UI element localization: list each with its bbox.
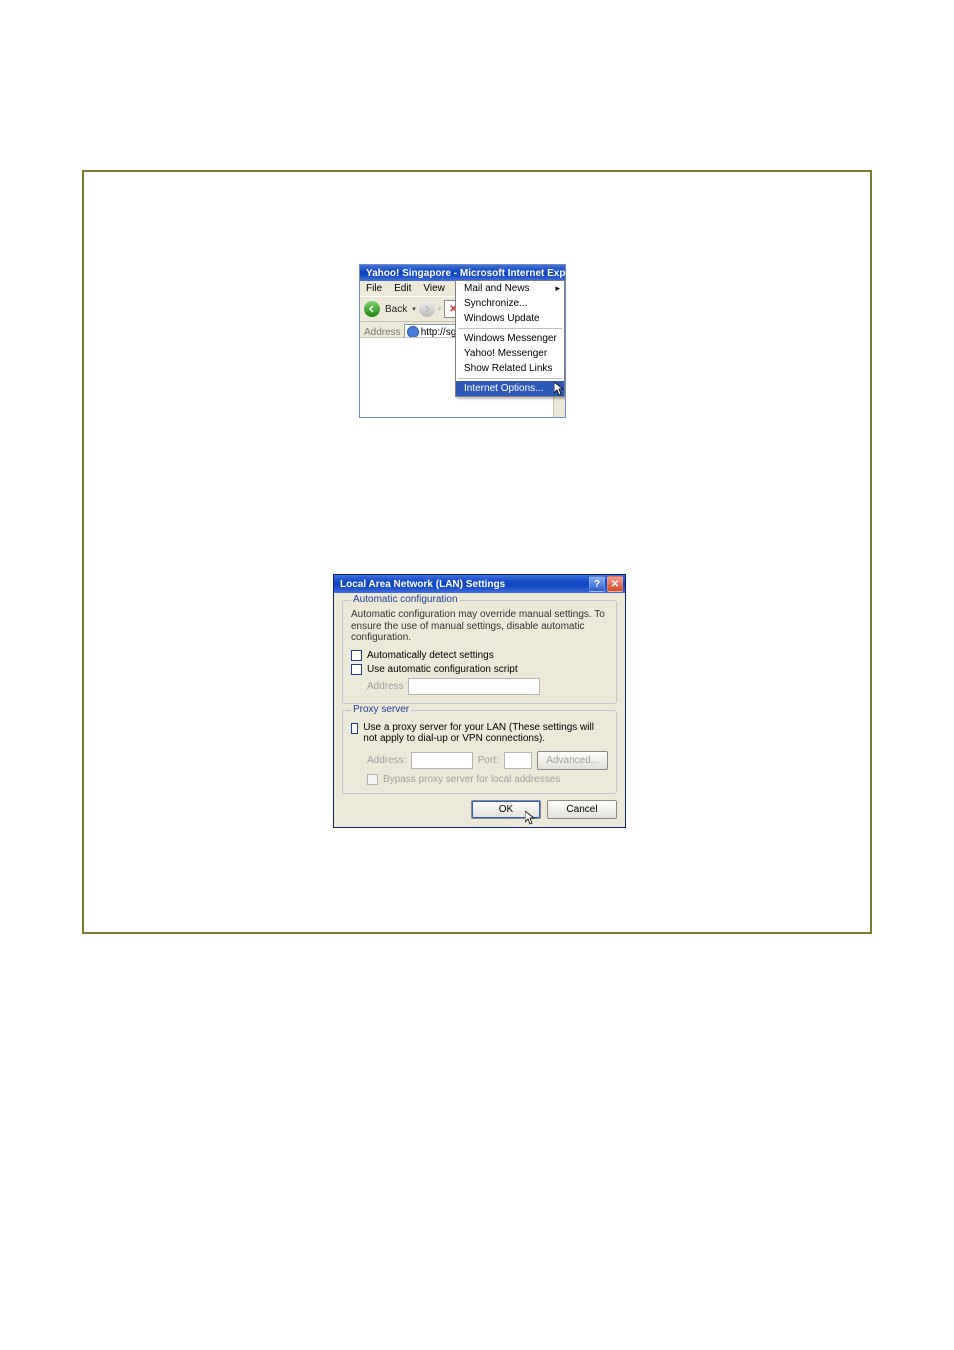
use-proxy-label: Use a proxy server for your LAN (These s…	[363, 722, 608, 745]
advanced-button[interactable]: Advanced...	[537, 751, 608, 770]
tools-yahoo-messenger[interactable]: Yahoo! Messenger	[456, 346, 564, 361]
page-frame: Yahoo! Singapore - Microsoft Internet Ex…	[82, 170, 872, 934]
separator	[458, 378, 562, 379]
dialog-footer: OK Cancel	[342, 800, 617, 819]
address-label: Address	[364, 327, 401, 338]
lan-settings-dialog: Local Area Network (LAN) Settings ? ✕ Au…	[333, 574, 626, 828]
cursor-icon	[525, 811, 537, 827]
proxy-port-label: Port:	[478, 755, 499, 766]
auto-script-label: Use automatic configuration script	[367, 664, 518, 675]
arrow-right-icon	[423, 305, 431, 313]
auto-detect-label: Automatically detect settings	[367, 650, 494, 661]
ie-window: Yahoo! Singapore - Microsoft Internet Ex…	[359, 264, 566, 418]
close-button[interactable]: ✕	[607, 576, 623, 592]
ie-title: Yahoo! Singapore - Microsoft Internet Ex…	[366, 268, 565, 279]
ie-titlebar: Yahoo! Singapore - Microsoft Internet Ex…	[360, 265, 565, 281]
proxy-address-field	[411, 752, 472, 769]
tools-related-links[interactable]: Show Related Links	[456, 361, 564, 376]
checkbox-auto-detect[interactable]	[351, 650, 362, 661]
auto-address-label: Address	[367, 681, 404, 692]
forward-button[interactable]	[419, 301, 435, 317]
proxy-port-field	[504, 752, 532, 769]
group-auto-config: Automatic configuration Automatic config…	[342, 600, 617, 704]
help-button[interactable]: ?	[589, 576, 605, 592]
group-auto-title: Automatic configuration	[351, 594, 460, 605]
checkbox-use-proxy[interactable]	[351, 723, 358, 734]
tools-synchronize[interactable]: Synchronize...	[456, 296, 564, 311]
cursor-icon	[554, 382, 566, 398]
tools-win-update[interactable]: Windows Update	[456, 311, 564, 326]
auto-address-field	[408, 678, 540, 695]
group-proxy-title: Proxy server	[351, 704, 411, 715]
back-button[interactable]	[364, 301, 380, 317]
lan-body: Automatic configuration Automatic config…	[334, 593, 625, 827]
auto-config-desc: Automatic configuration may override man…	[351, 609, 608, 644]
lan-title: Local Area Network (LAN) Settings	[340, 579, 505, 590]
menu-view[interactable]: View	[417, 282, 451, 295]
tools-internet-options[interactable]: Internet Options...	[456, 381, 564, 396]
back-label: Back	[383, 304, 409, 315]
tools-dropdown: Mail and News Synchronize... Windows Upd…	[455, 280, 565, 397]
tools-internet-options-label: Internet Options...	[464, 383, 544, 394]
bypass-local-label: Bypass proxy server for local addresses	[383, 774, 560, 785]
lan-titlebar: Local Area Network (LAN) Settings ? ✕	[334, 575, 625, 593]
forward-dropdown-icon[interactable]: ▾	[438, 305, 442, 313]
checkbox-auto-script[interactable]	[351, 664, 362, 675]
separator	[458, 328, 562, 329]
checkbox-bypass-local	[367, 774, 378, 785]
arrow-left-icon	[368, 305, 376, 313]
group-proxy: Proxy server Use a proxy server for your…	[342, 710, 617, 794]
cancel-button[interactable]: Cancel	[547, 800, 617, 819]
back-dropdown-icon[interactable]: ▾	[412, 305, 416, 313]
menu-edit[interactable]: Edit	[388, 282, 417, 295]
proxy-address-label: Address:	[367, 755, 406, 766]
tools-win-messenger[interactable]: Windows Messenger	[456, 331, 564, 346]
tools-mail-news[interactable]: Mail and News	[456, 281, 564, 296]
menu-file[interactable]: File	[360, 282, 388, 295]
